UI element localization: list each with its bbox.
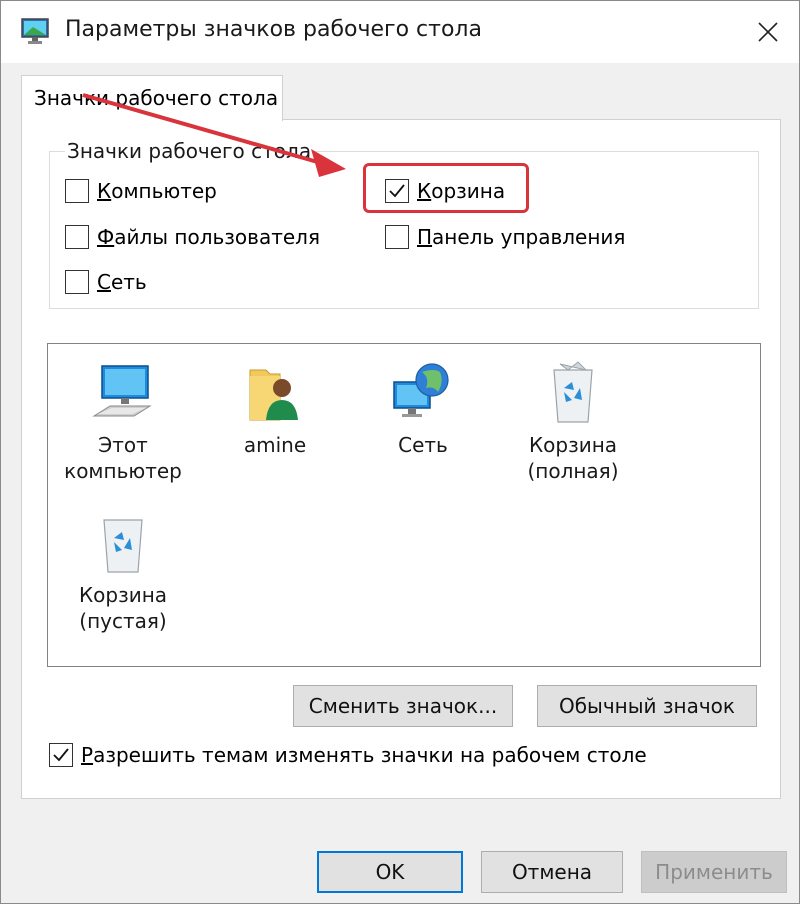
checkbox-box[interactable] xyxy=(49,743,73,767)
button-label: Обычный значок xyxy=(558,694,735,718)
checkbox-user-files[interactable]: Файлы пользователя xyxy=(65,225,320,249)
checkbox-network[interactable]: Сеть xyxy=(65,270,147,294)
checkbox-computer[interactable]: Компьютер xyxy=(65,179,217,203)
button-label: Сменить значок... xyxy=(308,694,498,718)
icon-label-line1: Сеть xyxy=(398,433,448,457)
icon-list: Этот компьютер amine Сеть Корзина (полна… xyxy=(47,343,761,667)
desktop-monitor-icon xyxy=(21,18,49,44)
icon-label-line2: компьютер xyxy=(64,459,182,483)
recycle-bin-empty-icon xyxy=(103,519,143,573)
button-label: OK xyxy=(375,860,405,884)
checkbox-allow-themes[interactable]: Разрешить темам изменять значки на рабоч… xyxy=(49,743,647,767)
apply-button[interactable]: Применить xyxy=(641,851,787,893)
icon-label-line1: Корзина xyxy=(78,583,168,607)
dialog-window: Параметры значков рабочего стола Значки … xyxy=(0,0,800,904)
checkmark-icon xyxy=(389,184,405,198)
icon-label-line1: Корзина xyxy=(528,433,618,457)
icon-label-line2: (пустая) xyxy=(79,609,167,633)
checkbox-control-panel[interactable]: Панель управления xyxy=(385,225,625,249)
list-item-recycle-empty[interactable]: Корзина (пустая) xyxy=(48,500,198,634)
checkbox-box[interactable] xyxy=(385,179,409,203)
user-folder-icon xyxy=(249,369,298,421)
computer-icon xyxy=(92,365,152,417)
group-label: Значки рабочего стола xyxy=(65,139,314,163)
checkbox-recycle-bin[interactable]: Корзина xyxy=(385,179,505,203)
recycle-bin-full-icon xyxy=(553,361,593,423)
icon-label-line2: (полная) xyxy=(527,459,619,483)
network-icon xyxy=(393,363,449,417)
cancel-button[interactable]: Отмена xyxy=(481,851,623,893)
list-item-recycle-full[interactable]: Корзина (полная) xyxy=(498,350,648,484)
list-item-network[interactable]: Сеть xyxy=(348,350,498,458)
button-label: Отмена xyxy=(511,860,593,884)
close-button[interactable] xyxy=(737,1,799,63)
checkmark-icon xyxy=(53,748,69,762)
default-icon-button[interactable]: Обычный значок xyxy=(537,685,757,727)
checkbox-label: Панель управления xyxy=(417,225,626,249)
list-item-user[interactable]: amine xyxy=(200,350,350,458)
change-icon-button[interactable]: Сменить значок... xyxy=(293,685,513,727)
close-icon xyxy=(758,22,778,42)
checkbox-box[interactable] xyxy=(65,270,89,294)
tab-desktop-icons[interactable]: Значки рабочего стола xyxy=(21,75,283,121)
checkbox-box[interactable] xyxy=(385,225,409,249)
checkbox-label: Корзина xyxy=(417,179,506,203)
checkbox-label: Сеть xyxy=(97,270,147,294)
button-label: Применить xyxy=(655,860,773,884)
title-bar[interactable]: Параметры значков рабочего стола xyxy=(1,1,799,63)
checkbox-box[interactable] xyxy=(65,179,89,203)
icon-label-line1: amine xyxy=(243,433,307,457)
checkbox-label: Файлы пользователя xyxy=(97,225,320,249)
checkbox-label: Компьютер xyxy=(97,179,217,203)
checkbox-label: Разрешить темам изменять значки на рабоч… xyxy=(81,743,647,767)
list-item-computer[interactable]: Этот компьютер xyxy=(48,350,198,484)
icon-label-line1: Этот xyxy=(98,433,148,457)
window-title: Параметры значков рабочего стола xyxy=(65,17,482,42)
ok-button[interactable]: OK xyxy=(317,851,463,893)
checkbox-box[interactable] xyxy=(65,225,89,249)
